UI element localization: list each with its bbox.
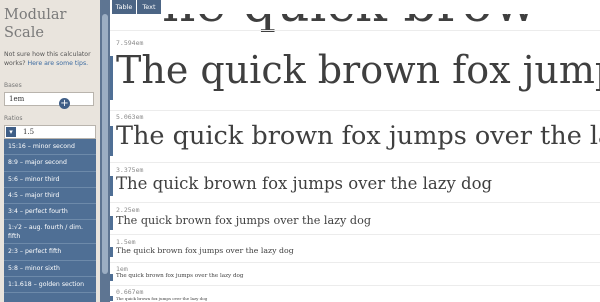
ratio-option[interactable]: 2:3 – perfect fifth xyxy=(4,244,96,261)
sample-line: The quick brown fox jumps over the lazy … xyxy=(116,214,371,227)
divider xyxy=(110,202,600,203)
row-marker xyxy=(110,176,113,196)
help-text: Not sure how this calculator works? Here… xyxy=(4,50,96,68)
ratio-select[interactable]: ▾ 1.5 xyxy=(4,125,96,139)
ratios-label: Ratios xyxy=(4,115,23,122)
row-marker xyxy=(110,296,113,301)
ratio-option[interactable]: 4:5 – major third xyxy=(4,188,96,205)
sample-top-fragment: he quick brow xyxy=(162,14,537,34)
divider xyxy=(110,262,600,263)
divider xyxy=(110,285,600,286)
sample-line: The quick brown fox jumps over the lazy … xyxy=(116,296,208,301)
size-label: 7.594em xyxy=(116,39,144,47)
divider xyxy=(110,110,600,111)
tab-table[interactable]: Table xyxy=(112,0,136,14)
row-marker xyxy=(110,56,113,100)
sample-line: The quick brown fox jumps over the lazy … xyxy=(116,273,244,279)
ratio-option[interactable]: 3:4 – perfect fourth xyxy=(4,204,96,221)
ratio-list: 15:16 – minor second 8:9 – major second … xyxy=(4,139,96,302)
specimen-area: he quick brow 7.594em The quick brown fo… xyxy=(110,14,600,302)
size-label: 5.063em xyxy=(116,113,144,121)
ratio-option[interactable]: 1:√2 – aug. fourth / dim. fifth xyxy=(4,220,96,245)
tab-text[interactable]: Text xyxy=(137,0,161,14)
scrollbar-thumb[interactable] xyxy=(102,14,108,274)
app-title: Modular Scale xyxy=(4,7,67,41)
ratio-option[interactable]: 8:9 – major second xyxy=(4,155,96,172)
ratio-option[interactable]: 15:16 – minor second xyxy=(4,139,96,156)
size-label: 3.375em xyxy=(116,166,144,174)
tips-link[interactable]: Here are some tips. xyxy=(27,60,88,67)
sidebar: Modular Scale Not sure how this calculat… xyxy=(0,0,100,302)
divider xyxy=(110,162,600,163)
ratio-option[interactable]: 5:6 – minor third xyxy=(4,172,96,188)
ratio-option[interactable]: 1:1.618 – golden section xyxy=(4,277,96,294)
add-base-button[interactable]: + xyxy=(59,98,70,109)
ratio-value: 1.5 xyxy=(23,128,35,136)
tab-bar: Table Text xyxy=(110,0,600,14)
base-input[interactable]: 1em xyxy=(4,92,94,106)
row-marker xyxy=(110,216,113,230)
sample-line: The quick brown fox jumps over the lazy … xyxy=(116,48,600,92)
sample-line: The quick brown fox jumps over the lazy … xyxy=(116,246,294,255)
chevron-down-icon[interactable]: ▾ xyxy=(6,127,16,137)
row-marker xyxy=(110,126,113,156)
ratio-option[interactable]: 5:8 – minor sixth xyxy=(4,261,96,278)
row-marker xyxy=(110,274,113,281)
size-label: 1.5em xyxy=(116,238,136,246)
divider xyxy=(110,234,600,235)
sample-line: The quick brown fox jumps over the lazy … xyxy=(116,174,493,193)
divider xyxy=(110,30,600,31)
size-label: 0.667em xyxy=(116,288,144,296)
size-label: 1em xyxy=(116,265,128,273)
bases-label: Bases xyxy=(4,82,22,89)
size-label: 2.25em xyxy=(116,206,140,214)
row-marker xyxy=(110,247,113,257)
sample-line: The quick brown fox jumps over the lazy … xyxy=(116,121,600,151)
